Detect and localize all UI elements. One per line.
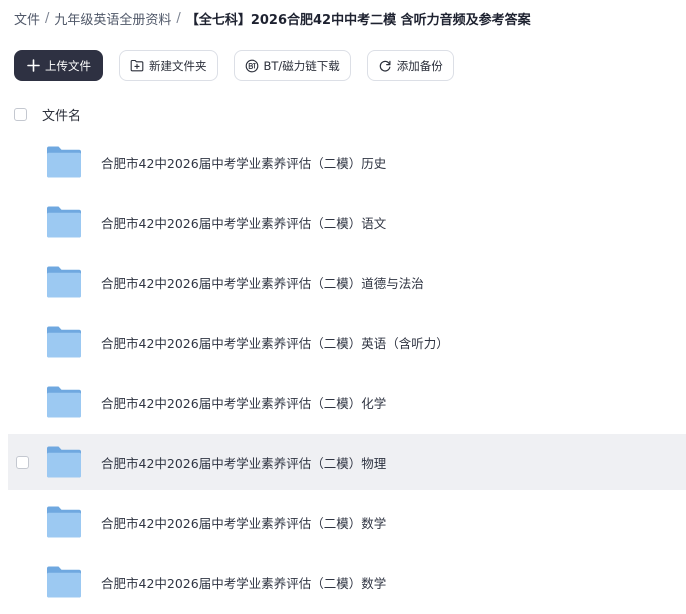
bt-icon [245,59,259,73]
breadcrumb-parent-link[interactable]: 九年级英语全册资料 [54,9,171,28]
breadcrumb-current: 【全七科】2026合肥42中中考二模 含听力音频及参考答案 [185,12,531,28]
folder-icon [46,144,82,184]
file-list: 合肥市42中2026届中考学业素养评估（二模）历史 合肥市42中2026届中考学… [8,134,686,614]
folder-icon [46,204,82,244]
file-row[interactable]: 合肥市42中2026届中考学业素养评估（二模）道德与法治 [8,254,686,310]
folder-icon [46,504,82,544]
file-row[interactable]: 合肥市42中2026届中考学业素养评估（二模）英语（含听力） [8,314,686,370]
new-folder-button-label: 新建文件夹 [149,58,207,73]
file-name[interactable]: 合肥市42中2026届中考学业素养评估（二模）历史 [101,153,386,172]
bt-download-button-label: BT/磁力链下载 [263,58,340,73]
upload-button-label: 上传文件 [45,58,91,73]
upload-button[interactable]: 上传文件 [14,50,103,81]
file-name[interactable]: 合肥市42中2026届中考学业素养评估（二模）数学 [101,573,386,592]
file-row[interactable]: 合肥市42中2026届中考学业素养评估（二模）历史 [8,134,686,190]
file-row[interactable]: 合肥市42中2026届中考学业素养评估（二模）数学 [8,494,686,550]
file-row[interactable]: 合肥市42中2026届中考学业素养评估（二模）语文 [8,194,686,250]
breadcrumb-separator: / [176,10,181,26]
add-backup-button-label: 添加备份 [396,58,443,73]
folder-icon [46,444,82,484]
breadcrumb-root-link[interactable]: 文件 [14,9,40,28]
toolbar: 上传文件 新建文件夹 BT/磁力链下载 添加备份 [14,49,470,82]
breadcrumb-separator: / [45,10,50,26]
row-checkbox[interactable] [16,456,29,469]
column-header-filename[interactable]: 文件名 [42,105,81,124]
add-backup-button[interactable]: 添加备份 [366,50,454,81]
file-name[interactable]: 合肥市42中2026届中考学业素养评估（二模）化学 [101,393,386,412]
file-name[interactable]: 合肥市42中2026届中考学业素养评估（二模）物理 [101,453,386,472]
bt-download-button[interactable]: BT/磁力链下载 [233,50,351,81]
folder-icon [46,324,82,364]
select-all-checkbox[interactable] [14,107,27,121]
sync-icon [378,59,392,73]
file-name[interactable]: 合肥市42中2026届中考学业素养评估（二模）英语（含听力） [101,333,449,352]
folder-icon [46,264,82,304]
file-name[interactable]: 合肥市42中2026届中考学业素养评估（二模）道德与法治 [101,273,424,292]
plus-icon [27,59,40,72]
new-folder-button[interactable]: 新建文件夹 [119,50,218,81]
breadcrumb: 文件 / 九年级英语全册资料 / 【全七科】2026合肥42中中考二模 含听力音… [14,8,531,28]
folder-plus-icon [130,59,144,72]
file-name[interactable]: 合肥市42中2026届中考学业素养评估（二模）语文 [101,213,386,232]
list-header: 文件名 [14,104,81,124]
file-row[interactable]: 合肥市42中2026届中考学业素养评估（二模）数学 [8,554,686,610]
file-row[interactable]: 合肥市42中2026届中考学业素养评估（二模）化学 [8,374,686,430]
file-row[interactable]: 合肥市42中2026届中考学业素养评估（二模）物理 [8,434,686,490]
folder-icon [46,564,82,604]
file-name[interactable]: 合肥市42中2026届中考学业素养评估（二模）数学 [101,513,386,532]
folder-icon [46,384,82,424]
